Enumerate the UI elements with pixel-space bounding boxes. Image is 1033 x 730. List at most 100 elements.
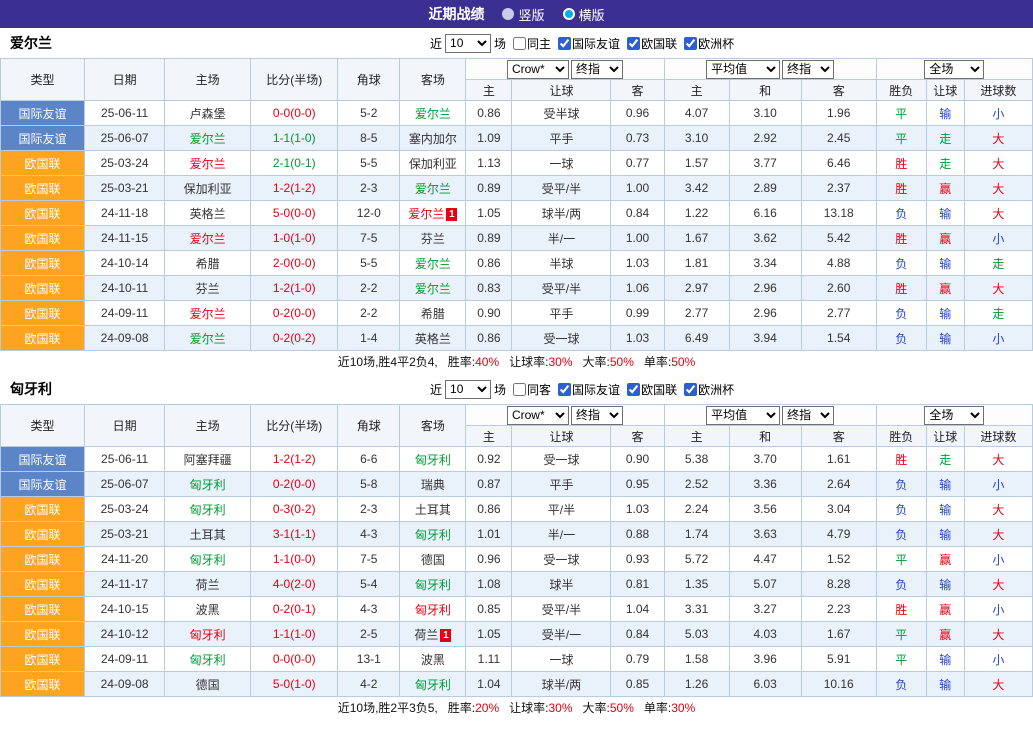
away-team-link[interactable]: 匈牙利 <box>400 447 466 472</box>
europe-avg-select[interactable]: 平均值 <box>706 406 780 425</box>
league-filter-checkbox-input[interactable] <box>558 383 571 396</box>
venue-filter-checkbox[interactable]: 同客 <box>508 381 551 398</box>
league-filter-checkbox-input[interactable] <box>627 37 640 50</box>
league-filter-checkbox[interactable]: 欧国联 <box>622 381 677 398</box>
home-team-link[interactable]: 爱尔兰 <box>165 326 251 351</box>
europe-draw-odds: 2.92 <box>729 126 801 151</box>
league-filter-checkbox[interactable]: 欧洲杯 <box>679 381 734 398</box>
match-row: 欧国联24-10-12匈牙利1-1(1-0)2-5荷兰11.05受半/一0.84… <box>1 622 1033 647</box>
venue-filter-checkbox-input[interactable] <box>513 383 526 396</box>
scope-select[interactable]: 全场 <box>924 406 984 425</box>
home-team-link[interactable]: 芬兰 <box>165 276 251 301</box>
away-team-link[interactable]: 德国 <box>400 547 466 572</box>
home-team-link[interactable]: 爱尔兰 <box>165 226 251 251</box>
away-team-link[interactable]: 塞内加尔 <box>400 126 466 151</box>
away-team-link[interactable]: 芬兰 <box>400 226 466 251</box>
home-team-link[interactable]: 波黑 <box>165 597 251 622</box>
handicap-stage-select[interactable]: 终指 <box>571 406 623 425</box>
layout-horizontal-radio[interactable]: 横版 <box>563 5 605 24</box>
league-filter-checkbox[interactable]: 欧国联 <box>622 35 677 52</box>
home-team-link[interactable]: 匈牙利 <box>165 497 251 522</box>
away-team-link[interactable]: 匈牙利 <box>400 572 466 597</box>
handicap-away-odds: 0.81 <box>611 572 664 597</box>
col-header-date: 日期 <box>85 405 165 447</box>
away-team-link[interactable]: 爱尔兰 <box>400 276 466 301</box>
away-team-link[interactable]: 波黑 <box>400 647 466 672</box>
home-team-link[interactable]: 匈牙利 <box>165 622 251 647</box>
match-count-select[interactable]: 10 <box>445 34 491 53</box>
europe-stage-select[interactable]: 终指 <box>782 406 834 425</box>
bookmaker-select[interactable]: Crow* <box>507 60 569 79</box>
scope-select[interactable]: 全场 <box>924 60 984 79</box>
away-team-link[interactable]: 英格兰 <box>400 326 466 351</box>
home-team-link[interactable]: 荷兰 <box>165 572 251 597</box>
league-badge: 欧国联 <box>1 151 85 176</box>
home-team-link[interactable]: 爱尔兰 <box>165 301 251 326</box>
match-row: 欧国联24-11-20匈牙利1-1(0-0)7-5德国0.96受一球0.935.… <box>1 547 1033 572</box>
result-goals: 小 <box>964 597 1032 622</box>
home-team-link[interactable]: 卢森堡 <box>165 101 251 126</box>
europe-avg-select[interactable]: 平均值 <box>706 60 780 79</box>
handicap-home-odds: 0.85 <box>466 597 512 622</box>
home-team-link[interactable]: 希腊 <box>165 251 251 276</box>
layout-vertical-label: 竖版 <box>518 5 544 24</box>
corners: 5-5 <box>338 251 400 276</box>
away-team-link[interactable]: 希腊 <box>400 301 466 326</box>
europe-home-odds: 1.22 <box>664 201 729 226</box>
europe-home-odds: 3.10 <box>664 126 729 151</box>
league-filter-checkbox-input[interactable] <box>684 383 697 396</box>
handicap-home-odds: 1.04 <box>466 672 512 697</box>
league-filter-checkbox-input[interactable] <box>627 383 640 396</box>
radio-unselected-icon <box>502 8 514 20</box>
away-team-link[interactable]: 爱尔兰 <box>400 251 466 276</box>
handicap-home-odds: 1.09 <box>466 126 512 151</box>
away-team-link[interactable]: 荷兰1 <box>400 622 466 647</box>
away-team-link[interactable]: 爱尔兰1 <box>400 201 466 226</box>
home-team-link[interactable]: 保加利亚 <box>165 176 251 201</box>
result-wdl: 平 <box>876 622 926 647</box>
away-team-link[interactable]: 匈牙利 <box>400 597 466 622</box>
home-team-link[interactable]: 德国 <box>165 672 251 697</box>
league-filter-checkbox[interactable]: 国际友谊 <box>553 381 620 398</box>
result-handicap: 赢 <box>926 226 964 251</box>
handicap-away-odds: 1.04 <box>611 597 664 622</box>
home-team-link[interactable]: 阿塞拜疆 <box>165 447 251 472</box>
home-team-link[interactable]: 爱尔兰 <box>165 151 251 176</box>
match-row: 欧国联24-10-11芬兰1-2(1-0)2-2爱尔兰0.83受平/半1.062… <box>1 276 1033 301</box>
venue-filter-checkbox-input[interactable] <box>513 37 526 50</box>
league-filter-checkbox-input[interactable] <box>684 37 697 50</box>
home-team-link[interactable]: 爱尔兰 <box>165 126 251 151</box>
home-team-link[interactable]: 匈牙利 <box>165 547 251 572</box>
europe-away-odds: 6.46 <box>801 151 876 176</box>
match-date: 25-06-11 <box>85 447 165 472</box>
bookmaker-select[interactable]: Crow* <box>507 406 569 425</box>
venue-filter-checkbox[interactable]: 同主 <box>508 35 551 52</box>
match-count-select[interactable]: 10 <box>445 380 491 399</box>
handicap-stage-select[interactable]: 终指 <box>571 60 623 79</box>
europe-home-odds: 1.81 <box>664 251 729 276</box>
away-team-link[interactable]: 匈牙利 <box>400 522 466 547</box>
handicap-away-odds: 0.73 <box>611 126 664 151</box>
away-team-link[interactable]: 瑞典 <box>400 472 466 497</box>
corners: 5-4 <box>338 572 400 597</box>
europe-stage-select[interactable]: 终指 <box>782 60 834 79</box>
home-team-link[interactable]: 匈牙利 <box>165 472 251 497</box>
home-team-link[interactable]: 英格兰 <box>165 201 251 226</box>
result-wdl: 胜 <box>876 151 926 176</box>
away-team-link[interactable]: 匈牙利 <box>400 672 466 697</box>
home-team-link[interactable]: 匈牙利 <box>165 647 251 672</box>
home-team-link[interactable]: 土耳其 <box>165 522 251 547</box>
away-team-link[interactable]: 保加利亚 <box>400 151 466 176</box>
league-filter-checkbox[interactable]: 国际友谊 <box>553 35 620 52</box>
league-filter-checkbox-input[interactable] <box>558 37 571 50</box>
away-team-link[interactable]: 爱尔兰 <box>400 176 466 201</box>
filter-bar: 近10场同主国际友谊欧国联欧洲杯 <box>430 34 734 53</box>
away-team-link[interactable]: 爱尔兰 <box>400 101 466 126</box>
layout-vertical-radio[interactable]: 竖版 <box>502 5 544 24</box>
score: 0-2(0-0) <box>251 301 338 326</box>
league-filter-checkbox[interactable]: 欧洲杯 <box>679 35 734 52</box>
europe-away-odds: 1.67 <box>801 622 876 647</box>
sub-header: 进球数 <box>964 426 1032 447</box>
away-team-link[interactable]: 土耳其 <box>400 497 466 522</box>
handicap-away-odds: 0.79 <box>611 647 664 672</box>
